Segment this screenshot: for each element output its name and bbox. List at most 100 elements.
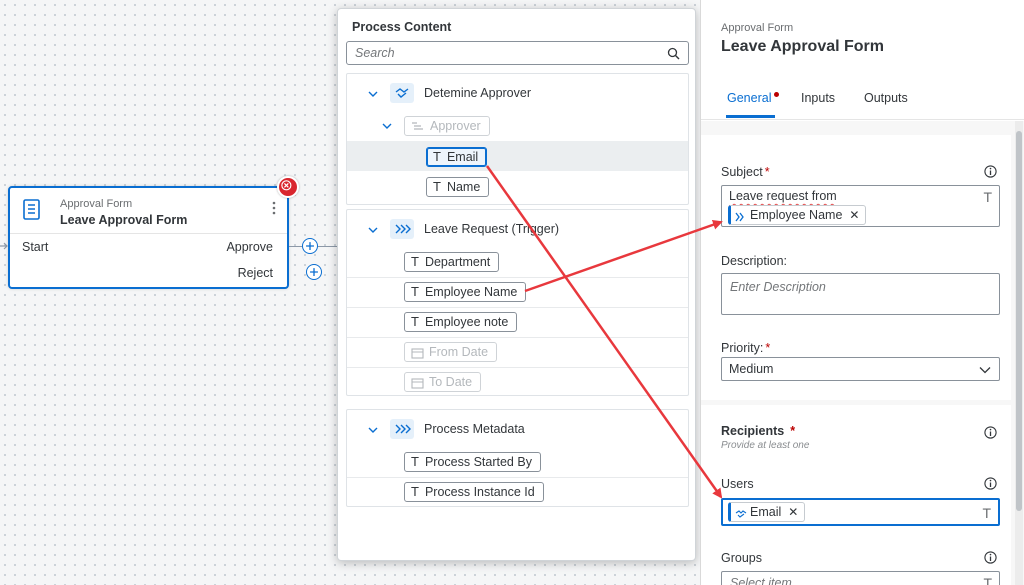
process-started-by-token[interactable]: T Process Started By: [404, 452, 541, 472]
add-reject-step-button[interactable]: [306, 264, 322, 280]
description-field[interactable]: Enter Description: [721, 273, 1000, 315]
priority-label: Priority: *: [721, 341, 771, 355]
panel-header: Approval Form Leave Approval Form Genera…: [701, 0, 1024, 120]
calendar-icon: [411, 378, 424, 389]
list-item-email[interactable]: T Email: [347, 141, 688, 171]
group-label: Leave Request (Trigger): [424, 222, 560, 236]
chip-label: Email: [750, 505, 782, 519]
group-header-row[interactable]: Detemine Approver: [347, 78, 688, 108]
node-title: Leave Approval Form: [60, 213, 188, 227]
groups-label: Groups: [721, 551, 762, 565]
text-type-icon: T: [411, 454, 419, 469]
error-icon[interactable]: [277, 176, 299, 198]
priority-value: Medium: [729, 362, 774, 376]
incoming-connector-arrow: [0, 242, 8, 250]
employee-note-label: Employee note: [424, 315, 509, 329]
groups-field[interactable]: Select item T: [721, 571, 1000, 585]
approver-token: Approver: [404, 116, 490, 136]
search-icon[interactable]: [667, 47, 680, 60]
approver-label: Approver: [430, 119, 481, 133]
handshake-icon: [735, 510, 747, 518]
priority-select[interactable]: Medium: [721, 357, 1000, 381]
panel-type-label: Approval Form: [721, 22, 794, 34]
active-tab-indicator: [726, 115, 775, 118]
users-field[interactable]: Email ✕ T: [721, 498, 1000, 526]
employee-name-token[interactable]: T Employee Name: [404, 282, 527, 302]
description-placeholder: Enter Description: [730, 280, 826, 294]
description-label: Description:: [721, 254, 787, 268]
group-leave-request: Leave Request (Trigger) T Department T Emp…: [346, 209, 689, 396]
text-type-icon: T: [411, 314, 419, 329]
remove-chip-icon[interactable]: ✕: [849, 208, 859, 222]
text-type-icon: T: [433, 149, 441, 164]
node-divider: [10, 233, 287, 234]
add-approve-step-button[interactable]: [302, 238, 318, 254]
text-type-icon: T: [983, 189, 992, 205]
employee-name-label: Employee Name: [424, 285, 518, 299]
handshake-icon: [390, 83, 414, 103]
info-icon[interactable]: [984, 165, 997, 178]
text-type-icon: T: [411, 484, 419, 499]
node-type-label: Approval Form: [60, 198, 133, 210]
info-icon[interactable]: [984, 426, 997, 439]
to-date-token: To Date: [404, 372, 482, 392]
subject-field[interactable]: Leave request from T Employee Name ✕: [721, 185, 1000, 227]
list-item-to-date: To Date: [347, 367, 688, 397]
tab-general[interactable]: General: [727, 91, 771, 105]
node-approve-port-label: Approve: [226, 240, 273, 254]
panel-body: Subject * Leave request from T Employee N…: [701, 121, 1024, 585]
search-input[interactable]: [347, 42, 657, 64]
from-date-label: From Date: [429, 345, 489, 359]
email-chip[interactable]: Email ✕: [728, 502, 806, 522]
chevron-down-icon[interactable]: [381, 120, 393, 132]
metadata-icon: [390, 419, 414, 439]
department-token[interactable]: T Department: [404, 252, 500, 272]
users-label: Users: [721, 477, 754, 491]
node-reject-port-label: Reject: [237, 266, 273, 280]
list-item-process-started-by[interactable]: T Process Started By: [347, 447, 688, 477]
properties-panel: Approval Form Leave Approval Form Genera…: [700, 0, 1024, 585]
sub-group-row[interactable]: Approver: [347, 111, 688, 139]
chevron-down-icon[interactable]: [367, 88, 379, 100]
process-content-popover: Process Content Detemine Approver: [337, 8, 696, 561]
scrollbar-thumb[interactable]: [1016, 131, 1022, 511]
search-field[interactable]: [346, 41, 689, 65]
trigger-icon: [735, 212, 744, 222]
more-options-icon[interactable]: [269, 200, 279, 216]
employee-note-token[interactable]: T Employee note: [404, 312, 518, 332]
recipients-hint: Provide at least one: [721, 440, 810, 451]
employee-name-chip[interactable]: Employee Name ✕: [728, 205, 867, 225]
general-section: Subject * Leave request from T Employee N…: [701, 135, 1011, 400]
process-started-by-label: Process Started By: [424, 455, 532, 469]
tab-outputs[interactable]: Outputs: [864, 91, 908, 105]
list-item-process-instance-id[interactable]: T Process Instance Id: [347, 477, 688, 507]
subject-label: Subject *: [721, 165, 770, 179]
chevron-down-icon[interactable]: [367, 224, 379, 236]
email-token[interactable]: T Email: [426, 147, 488, 167]
process-instance-id-token[interactable]: T Process Instance Id: [404, 482, 544, 502]
info-icon[interactable]: [984, 477, 997, 490]
approve-connector-line-out: [318, 246, 337, 247]
group-header-row[interactable]: Leave Request (Trigger): [347, 214, 688, 244]
remove-chip-icon[interactable]: ✕: [788, 505, 798, 519]
recipients-section: Recipients * Provide at least one Users E…: [701, 405, 1011, 585]
tab-inputs[interactable]: Inputs: [801, 91, 835, 105]
chevron-down-icon[interactable]: [979, 364, 991, 376]
group-process-metadata: Process Metadata T Process Started By T Pr…: [346, 409, 689, 507]
info-icon[interactable]: [984, 551, 997, 564]
list-item-department[interactable]: T Department: [347, 247, 688, 277]
panel-scrollbar[interactable]: [1015, 121, 1023, 585]
list-item-employee-note[interactable]: T Employee note: [347, 307, 688, 337]
name-token[interactable]: T Name: [426, 177, 490, 197]
structure-icon: [412, 122, 423, 130]
approval-form-node[interactable]: Approval Form Leave Approval Form Start …: [8, 186, 289, 289]
from-date-token: From Date: [404, 342, 498, 362]
chevron-down-icon[interactable]: [367, 424, 379, 436]
node-start-port-label: Start: [22, 240, 49, 254]
form-icon: [23, 199, 40, 220]
list-item-name[interactable]: T Name: [347, 172, 688, 202]
email-label: Email: [446, 150, 479, 164]
group-header-row[interactable]: Process Metadata: [347, 414, 688, 444]
list-item-employee-name[interactable]: T Employee Name: [347, 277, 688, 307]
department-label: Department: [424, 255, 491, 269]
